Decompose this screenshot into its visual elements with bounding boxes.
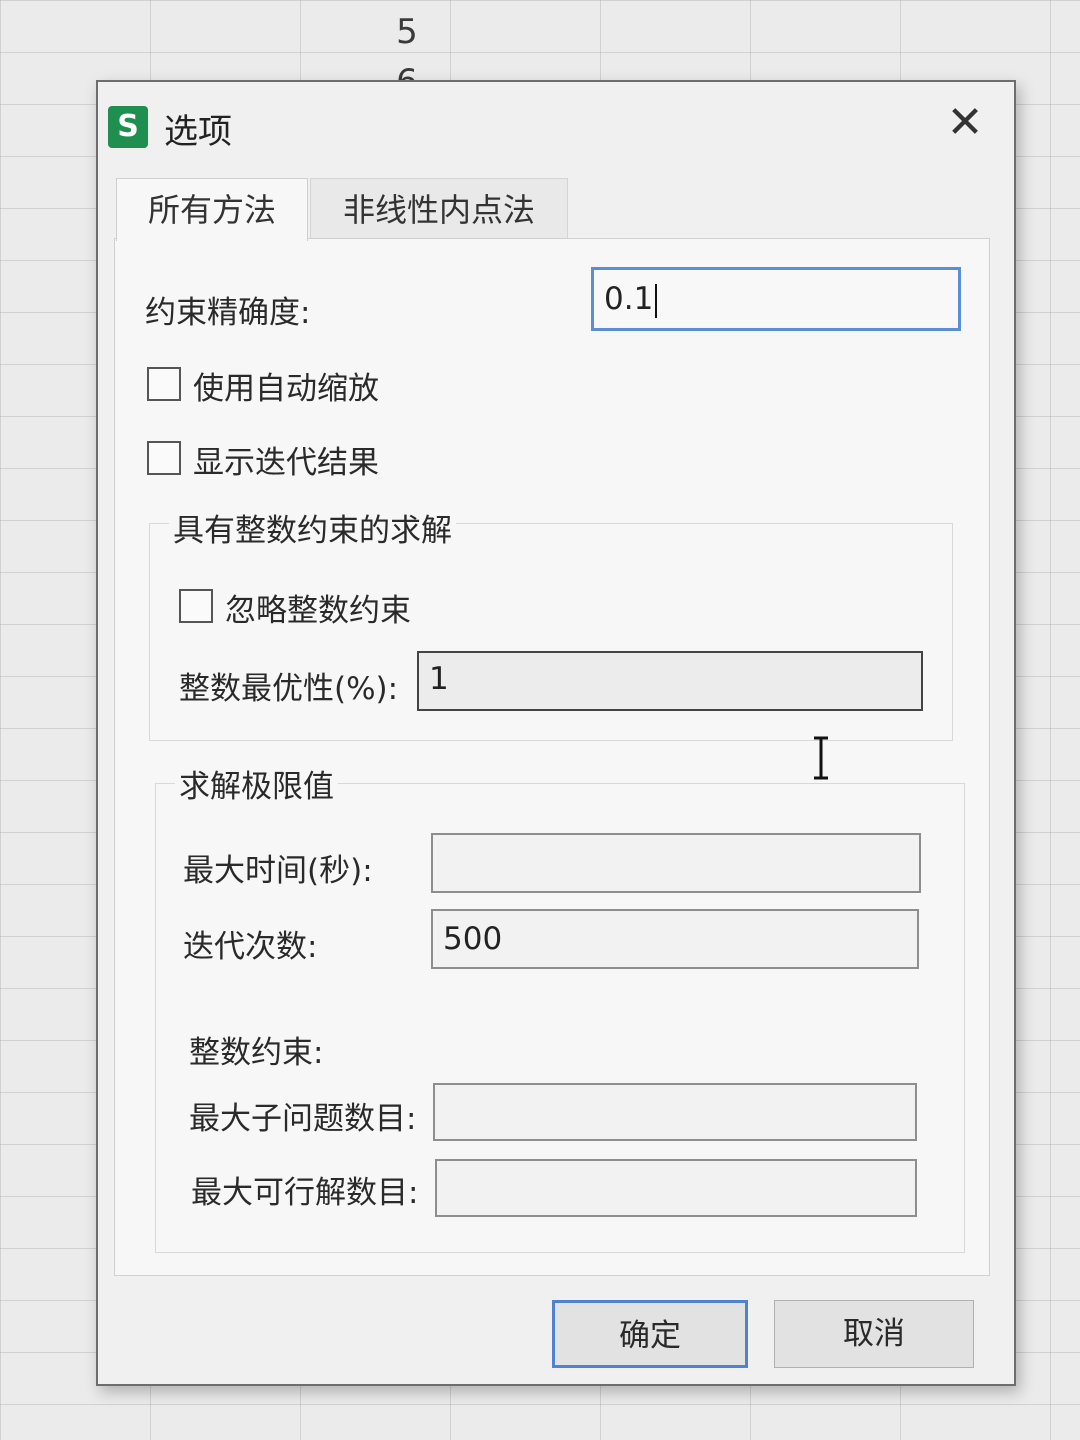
max-time-label: 最大时间(秒): (183, 853, 373, 889)
text-caret (655, 283, 658, 318)
options-dialog: S 选项 ✕ 所有方法 非线性内点法 约束精确度: 0.1 使用自动缩放 显示迭… (96, 80, 1016, 1386)
cancel-button[interactable]: 取消 (774, 1300, 974, 1368)
solve-limits-group-title: 求解极限值 (175, 761, 338, 806)
integer-optimality-input[interactable]: 1 (417, 651, 923, 711)
spreadsheet-app-icon: S (108, 106, 148, 148)
integer-optimality-label: 整数最优性(%): (179, 671, 399, 707)
row-number-5: 5 (396, 12, 418, 52)
auto-scaling-label: 使用自动缩放 (193, 371, 379, 407)
tab-panel-all-methods: 约束精确度: 0.1 使用自动缩放 显示迭代结果 具有整数约束的求解 忽略整数约… (114, 238, 990, 1276)
tab-all-methods[interactable]: 所有方法 (116, 178, 308, 241)
ignore-integer-label: 忽略整数约束 (225, 593, 411, 629)
max-time-input[interactable] (431, 833, 921, 893)
iterations-input[interactable]: 500 (431, 909, 919, 969)
auto-scaling-checkbox[interactable] (147, 367, 181, 401)
text-cursor-icon (814, 736, 828, 780)
constraint-precision-label: 约束精确度: (145, 295, 311, 331)
max-feasible-label: 最大可行解数目: (191, 1175, 419, 1211)
ok-button[interactable]: 确定 (552, 1300, 748, 1368)
constraint-precision-input[interactable]: 0.1 (591, 267, 961, 331)
dialog-title: 选项 (164, 112, 232, 152)
constraint-precision-value: 0.1 (604, 281, 654, 317)
max-feasible-input[interactable] (435, 1159, 917, 1217)
iterations-label: 迭代次数: (183, 929, 318, 965)
show-iteration-checkbox[interactable] (147, 441, 181, 475)
dialog-titlebar[interactable]: S 选项 ✕ (98, 82, 1014, 170)
ignore-integer-checkbox[interactable] (179, 589, 213, 623)
integer-constraints-label: 整数约束: (189, 1035, 324, 1071)
max-subproblems-label: 最大子问题数目: (189, 1101, 417, 1137)
max-subproblems-input[interactable] (433, 1083, 917, 1141)
integer-constraint-group-title: 具有整数约束的求解 (169, 505, 456, 550)
tab-nonlinear-interior-point[interactable]: 非线性内点法 (310, 178, 568, 241)
show-iteration-label: 显示迭代结果 (193, 445, 379, 481)
close-icon[interactable]: ✕ (942, 100, 988, 146)
